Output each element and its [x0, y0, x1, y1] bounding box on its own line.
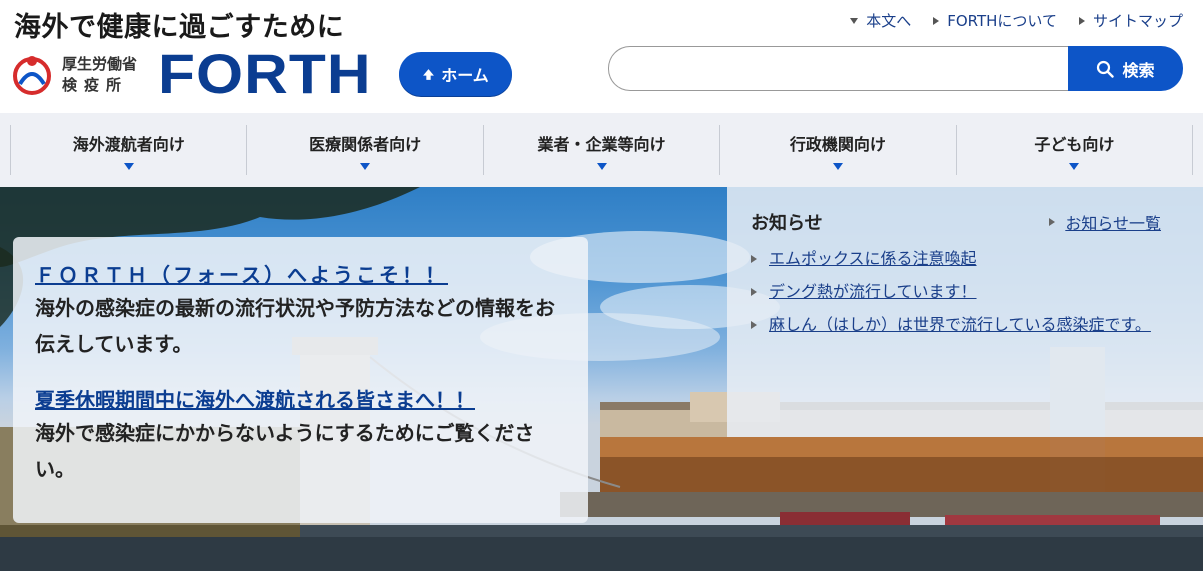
nav-business[interactable]: 業者・企業等向け — [482, 125, 719, 175]
ministry-line2: 検疫所 — [62, 76, 129, 94]
caret-down-icon — [123, 162, 134, 170]
nav-medical[interactable]: 医療関係者向け — [246, 125, 482, 175]
caret-down-icon — [360, 162, 371, 170]
search-button-label: 検索 — [1122, 60, 1155, 80]
nav-government[interactable]: 行政機関向け — [719, 125, 955, 175]
triangle-right-icon — [1049, 218, 1056, 226]
triangle-right-icon — [933, 16, 940, 25]
nav-travelers[interactable]: 海外渡航者向け — [10, 125, 246, 175]
news-all-link[interactable]: お知らせ一覧 — [1049, 210, 1161, 234]
search-bar: 検索 — [608, 46, 1183, 91]
summer-travel-text: 海外で感染症にかからないようにするためにご覧ください。 — [35, 421, 535, 481]
news-link-dengue[interactable]: デング熱が流行しています！ — [769, 280, 977, 303]
triangle-right-icon — [751, 321, 757, 329]
triangle-right-icon — [751, 255, 757, 263]
caret-down-icon — [1069, 162, 1080, 170]
triangle-down-icon — [850, 17, 859, 24]
utility-links: 本文へ FORTHについて サイトマップ — [850, 10, 1183, 31]
news-link-mpox[interactable]: エムポックスに係る注意喚起 — [769, 247, 977, 270]
list-item: エムポックスに係る注意喚起 — [751, 247, 1179, 270]
news-list: エムポックスに係る注意喚起 デング熱が流行しています！ 麻しん（はしか）は世界で… — [751, 247, 1179, 336]
sitemap-link[interactable]: サイトマップ — [1078, 10, 1183, 31]
welcome-text: 海外の感染症の最新の流行状況や予防方法などの情報をお伝えしています。 — [35, 296, 555, 356]
triangle-right-icon — [1078, 16, 1085, 25]
skip-to-content-link[interactable]: 本文へ — [850, 10, 911, 31]
home-button[interactable]: ホーム — [399, 52, 512, 96]
forth-logo[interactable]: FORTH — [158, 44, 372, 104]
ministry-logo-icon — [13, 56, 51, 95]
caret-down-icon — [832, 162, 843, 170]
search-button[interactable]: 検索 — [1068, 46, 1183, 91]
main-nav: 海外渡航者向け 医療関係者向け 業者・企業等向け 行政機関向け 子ども向け — [0, 113, 1203, 187]
caret-down-icon — [596, 162, 607, 170]
site-header: 海外で健康に過ごすために 厚生労働省 検疫所 FORTH ホーム 本文へ FOR… — [0, 0, 1203, 113]
news-panel: お知らせ お知らせ一覧 エムポックスに係る注意喚起 デング熱が流行しています！ … — [727, 187, 1203, 437]
news-header: お知らせ お知らせ一覧 — [751, 209, 1179, 235]
ministry-name: 厚生労働省 検疫所 — [62, 54, 137, 96]
nav-children[interactable]: 子ども向け — [955, 125, 1194, 175]
news-link-measles[interactable]: 麻しん（はしか）は世界で流行している感染症です。 — [769, 313, 1151, 336]
arrow-up-icon — [423, 68, 435, 80]
list-item: デング熱が流行しています！ — [751, 280, 1179, 303]
home-button-label: ホーム — [441, 66, 489, 85]
news-title: お知らせ — [751, 213, 823, 234]
search-icon — [1097, 60, 1115, 78]
about-forth-link[interactable]: FORTHについて — [933, 10, 1057, 31]
list-item: 麻しん（はしか）は世界で流行している感染症です。 — [751, 313, 1179, 336]
summer-travel-link[interactable]: 夏季休暇期間中に海外へ渡航される皆さまへ！！ — [35, 384, 475, 413]
hero-banner: ＦＯＲＴＨ（フォース）へようこそ！！ 海外の感染症の最新の流行状況や予防方法など… — [0, 187, 1203, 571]
welcome-panel: ＦＯＲＴＨ（フォース）へようこそ！！ 海外の感染症の最新の流行状況や予防方法など… — [13, 237, 588, 523]
triangle-right-icon — [751, 288, 757, 296]
search-input[interactable] — [608, 46, 1068, 91]
welcome-title-link[interactable]: ＦＯＲＴＨ（フォース）へようこそ！！ — [35, 259, 448, 288]
site-tagline: 海外で健康に過ごすために — [14, 12, 345, 43]
ministry-line1: 厚生労働省 — [62, 55, 138, 73]
